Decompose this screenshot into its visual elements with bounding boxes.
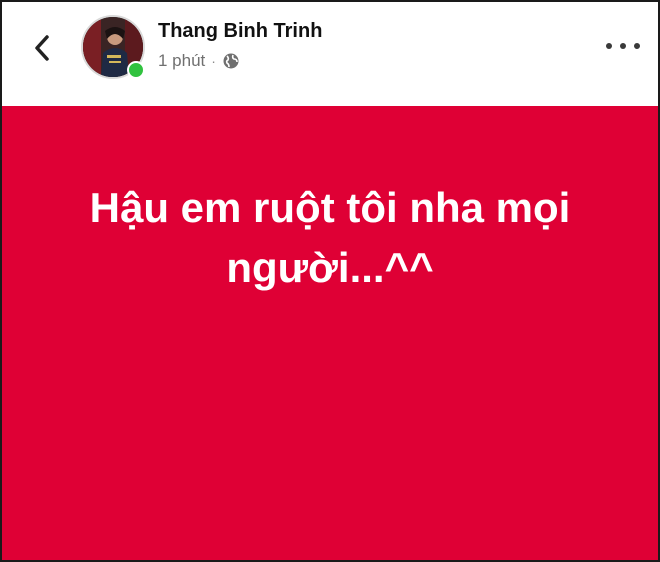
author-name[interactable]: Thang Binh Trinh [158, 20, 322, 43]
more-dots-icon [606, 43, 612, 49]
post-header: Thang Binh Trinh 1 phút · [2, 2, 658, 106]
chevron-left-icon [35, 35, 49, 61]
online-status-dot [127, 61, 145, 79]
avatar[interactable] [81, 15, 145, 79]
post-text: Hậu em ruột tôi nha mọi người...^^ [89, 184, 571, 291]
timestamp[interactable]: 1 phút [158, 51, 205, 71]
post-frame: Thang Binh Trinh 1 phút · Hậu em ruột tô… [0, 0, 660, 562]
post-meta: 1 phút · [158, 50, 240, 72]
more-options-button[interactable] [606, 34, 640, 58]
back-button[interactable] [28, 32, 56, 64]
post-background [2, 106, 658, 560]
globe-icon [223, 53, 239, 69]
meta-separator: · [211, 53, 216, 69]
